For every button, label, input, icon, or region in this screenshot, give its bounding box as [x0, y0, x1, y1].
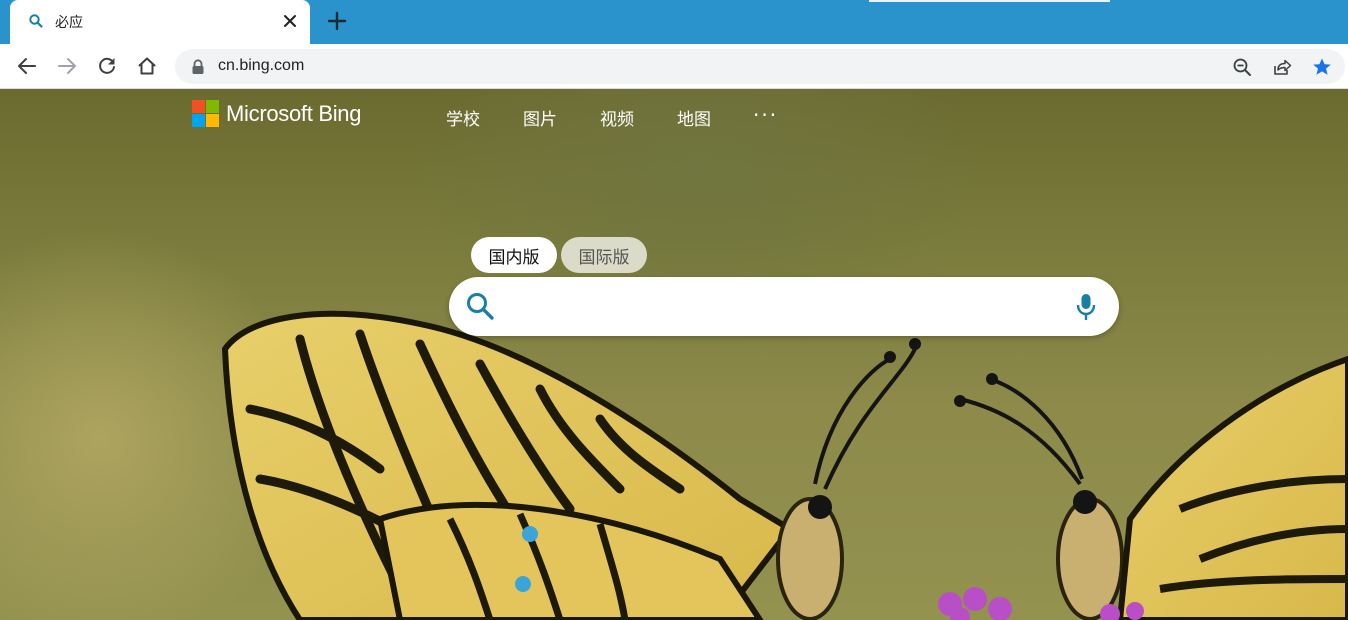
- zoom-out-button[interactable]: [1229, 54, 1255, 80]
- tab-domestic[interactable]: 国内版: [471, 237, 557, 273]
- bing-homepage: Microsoft Bing 学校 图片 视频 地图 ··· 国内版 国际版: [0, 89, 1348, 620]
- nav-item-images[interactable]: 图片: [523, 105, 557, 130]
- forward-button[interactable]: [54, 53, 80, 79]
- share-button[interactable]: [1269, 54, 1295, 80]
- more-menu-icon[interactable]: ···: [753, 103, 778, 127]
- microphone-icon[interactable]: [1075, 292, 1097, 322]
- microsoft-logo-icon: [192, 100, 219, 127]
- url-text[interactable]: cn.bing.com: [218, 57, 304, 75]
- browser-tab[interactable]: 必应: [10, 0, 310, 44]
- reload-icon: [99, 57, 115, 74]
- search-icon: [29, 14, 43, 28]
- bookmark-button[interactable]: [1309, 54, 1335, 80]
- home-icon: [138, 57, 156, 75]
- close-icon[interactable]: [280, 11, 300, 31]
- back-icon: [18, 58, 36, 74]
- search-input[interactable]: [509, 289, 1049, 323]
- nav-item-school[interactable]: 学校: [446, 105, 480, 130]
- reload-button[interactable]: [94, 53, 120, 79]
- bing-logo[interactable]: Microsoft Bing: [192, 100, 361, 127]
- tab-international[interactable]: 国际版: [561, 237, 647, 273]
- nav-item-maps[interactable]: 地图: [677, 105, 711, 130]
- home-button[interactable]: [134, 53, 160, 79]
- tab-title: 必应: [55, 15, 83, 31]
- search-box[interactable]: [449, 277, 1119, 336]
- tab-strip: 必应: [0, 0, 1348, 44]
- search-icon[interactable]: [465, 291, 495, 321]
- new-tab-button[interactable]: [324, 8, 350, 34]
- logo-text: Microsoft Bing: [226, 100, 362, 126]
- background-butterflies-image: [221, 310, 1348, 620]
- bookmark-star-icon: [1313, 58, 1331, 75]
- share-icon: [1274, 59, 1292, 75]
- zoom-out-icon: [1233, 58, 1251, 76]
- nav-item-videos[interactable]: 视频: [600, 105, 634, 130]
- lock-icon[interactable]: [191, 59, 205, 75]
- browser-toolbar: cn.bing.com: [0, 44, 1348, 89]
- address-bar[interactable]: cn.bing.com: [175, 49, 1345, 84]
- back-button[interactable]: [14, 53, 40, 79]
- tab-strip-highlight: [869, 0, 1110, 2]
- forward-icon: [58, 58, 76, 74]
